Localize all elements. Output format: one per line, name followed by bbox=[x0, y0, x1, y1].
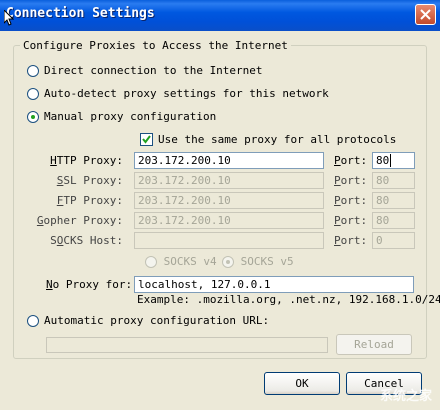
close-button[interactable] bbox=[415, 4, 436, 25]
gopher-proxy-label: Gopher Proxy: bbox=[36, 214, 123, 227]
gopher-proxy-input[interactable]: 203.172.200.10 bbox=[134, 212, 324, 229]
manual-proxy-radio[interactable] bbox=[27, 111, 39, 123]
auto-detect-label: Auto-detect proxy settings for this netw… bbox=[44, 87, 329, 100]
socks-v4-option[interactable]: SOCKS v4 bbox=[145, 255, 217, 271]
direct-connection-radio[interactable] bbox=[27, 65, 39, 77]
ssl-port-input[interactable]: 80 bbox=[372, 172, 415, 189]
close-icon bbox=[420, 9, 431, 20]
socks-v4-radio[interactable] bbox=[145, 256, 157, 268]
http-proxy-input[interactable]: 203.172.200.10 bbox=[134, 152, 324, 169]
auto-detect-radio[interactable] bbox=[27, 88, 39, 100]
watermark-logo: 系统之家 bbox=[379, 389, 432, 404]
title-bar[interactable]: Connection Settings bbox=[0, 0, 440, 31]
ftp-port-label: Port: bbox=[334, 194, 368, 207]
reload-button[interactable]: Reload bbox=[336, 334, 412, 355]
checkmark-icon bbox=[142, 135, 151, 144]
groupbox-label: Configure Proxies to Access the Internet bbox=[20, 39, 291, 52]
ssl-proxy-label: SSL Proxy: bbox=[56, 174, 123, 187]
direct-connection-label: Direct connection to the Internet bbox=[44, 64, 263, 77]
gopher-port-label: Port: bbox=[334, 214, 368, 227]
mouse-pointer-icon bbox=[4, 10, 14, 26]
no-proxy-example: Example: .mozilla.org, .net.nz, 192.168.… bbox=[137, 293, 440, 306]
same-proxy-label: Use the same proxy for all protocols bbox=[158, 133, 397, 146]
http-port-input[interactable]: 80 bbox=[372, 152, 415, 169]
ssl-port-label: Port: bbox=[334, 174, 368, 187]
auto-config-url-radio[interactable] bbox=[27, 315, 39, 327]
http-proxy-label: HTTP Proxy: bbox=[50, 154, 123, 167]
ssl-proxy-input[interactable]: 203.172.200.10 bbox=[134, 172, 324, 189]
http-port-label: Port: bbox=[334, 154, 368, 167]
socks-host-input[interactable] bbox=[134, 232, 324, 249]
no-proxy-label: No Proxy for: bbox=[46, 278, 133, 291]
no-proxy-input[interactable]: localhost, 127.0.0.1 bbox=[134, 276, 414, 293]
socks-host-label: SOCKS Host: bbox=[50, 234, 123, 247]
auto-config-url-label: Automatic proxy configuration URL: bbox=[44, 314, 270, 327]
socks-v5-label: SOCKS v5 bbox=[240, 255, 294, 268]
auto-config-url-input[interactable] bbox=[46, 337, 328, 353]
socks-port-input[interactable]: 0 bbox=[372, 232, 415, 249]
manual-proxy-label: Manual proxy configuration bbox=[44, 110, 217, 123]
gopher-port-input[interactable]: 80 bbox=[372, 212, 415, 229]
socks-v5-option[interactable]: SOCKS v5 bbox=[222, 255, 294, 271]
window-title: Connection Settings bbox=[6, 6, 155, 21]
ftp-proxy-label: FTP Proxy: bbox=[56, 194, 123, 207]
socks-v5-radio[interactable] bbox=[222, 256, 234, 268]
socks-port-label: Port: bbox=[334, 234, 368, 247]
ftp-port-input[interactable]: 80 bbox=[372, 192, 415, 209]
socks-v4-label: SOCKS v4 bbox=[163, 255, 217, 268]
ftp-proxy-input[interactable]: 203.172.200.10 bbox=[134, 192, 324, 209]
same-proxy-checkbox[interactable] bbox=[140, 133, 153, 146]
